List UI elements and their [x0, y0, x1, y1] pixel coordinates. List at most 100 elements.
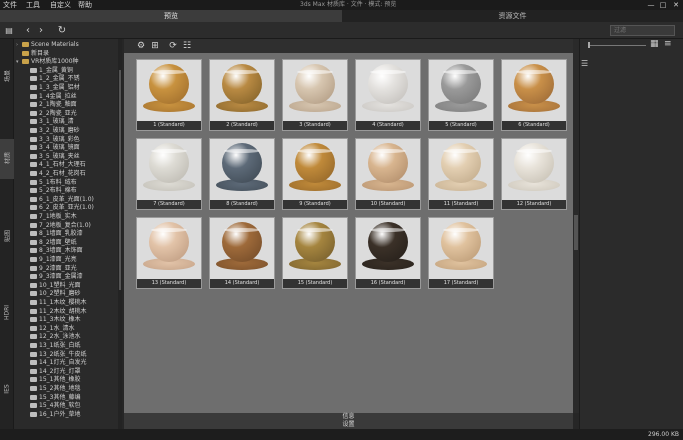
- forward-button[interactable]: ›: [35, 25, 47, 36]
- tree-item[interactable]: 7_1地板_实木: [24, 213, 77, 221]
- material-file-icon: [30, 196, 37, 202]
- tree-item[interactable]: 5_1布料_绒布: [24, 179, 77, 187]
- back-button[interactable]: ‹: [22, 25, 34, 36]
- tree-item[interactable]: 1_金属_黄铜: [24, 67, 73, 75]
- tree-item[interactable]: 6_2_皮革_亚光(1.0): [24, 204, 94, 212]
- tree-item[interactable]: 3_5_玻璃_夹丝: [24, 153, 80, 161]
- tree-item[interactable]: 1_2_金属_不锈: [24, 75, 80, 83]
- tree-item[interactable]: 7_2地板_复合(1.0): [24, 222, 91, 230]
- refresh-button[interactable]: ↻: [56, 25, 68, 36]
- tree-item[interactable]: › Scene Materials: [16, 41, 79, 49]
- tree-item[interactable]: 12_2水_泳池水: [24, 333, 80, 341]
- minimize-icon[interactable]: —: [645, 0, 657, 10]
- tab-ies[interactable]: IES: [0, 369, 14, 409]
- tree-item[interactable]: 1_3_金属_铝材: [24, 84, 80, 92]
- tree-item[interactable]: 12_1水_清水: [24, 325, 74, 333]
- tree-item[interactable]: 14_2灯光_灯罩: [24, 368, 80, 376]
- tree-item[interactable]: 9_1漆面_光亮: [24, 256, 77, 264]
- tree-item[interactable]: 8_3墙面_木饰面: [24, 247, 83, 255]
- tab-materials[interactable]: 材质: [0, 139, 14, 179]
- sort-icon[interactable]: ≡: [664, 39, 672, 49]
- material-thumbnail[interactable]: 6 (Standard): [501, 59, 567, 131]
- panel-toggle-icon[interactable]: ▤: [3, 25, 15, 36]
- tree-item[interactable]: 8_2墙面_壁纸: [24, 239, 77, 247]
- tree-item[interactable]: 2_2陶瓷_亚光: [24, 110, 77, 118]
- material-file-icon: [30, 179, 37, 185]
- tree-item[interactable]: 9_2漆面_亚光: [24, 265, 77, 273]
- file-size: 296.00 KB: [648, 431, 679, 438]
- material-thumbnail[interactable]: 5 (Standard): [428, 59, 494, 131]
- tree-item[interactable]: 3_4_玻璃_镜面: [24, 144, 80, 152]
- tree-item[interactable]: 4_1_石材_大理石: [24, 161, 86, 169]
- tree-item[interactable]: 13_1纸张_白纸: [24, 342, 80, 350]
- tree-item[interactable]: 15_1其他_橡胶: [24, 376, 80, 384]
- material-thumbnail[interactable]: 2 (Standard): [209, 59, 275, 131]
- thumbnail-view-icon[interactable]: ▦: [650, 39, 659, 49]
- tree-item[interactable]: 8_1墙面_乳胶漆: [24, 230, 83, 238]
- material-file-icon: [30, 67, 37, 73]
- material-thumbnail[interactable]: 13 (Standard): [136, 217, 202, 289]
- maximize-icon[interactable]: □: [657, 0, 669, 10]
- material-thumbnail[interactable]: 3 (Standard): [282, 59, 348, 131]
- tab-hdri[interactable]: HDRI: [0, 295, 14, 335]
- search-input[interactable]: [610, 25, 675, 36]
- material-thumbnail[interactable]: 15 (Standard): [282, 217, 348, 289]
- size-slider-handle[interactable]: [588, 42, 590, 48]
- material-thumbnail[interactable]: 1 (Standard): [136, 59, 202, 131]
- tree-item[interactable]: 新目录: [16, 50, 49, 58]
- tree-item-label: 6_1_皮革_光面(1.0): [39, 195, 94, 203]
- material-thumbnail[interactable]: 17 (Standard): [428, 217, 494, 289]
- tree-item[interactable]: 11_1木纹_樱桃木: [24, 299, 86, 307]
- material-file-icon: [30, 76, 37, 82]
- tree-item[interactable]: 10_2塑料_磨砂: [24, 290, 80, 298]
- menu-bar: 文件 工具 自定义 帮助 3ds Max 材质库 · 文件 · 模式: 预览 —…: [0, 0, 683, 10]
- material-thumbnail[interactable]: 8 (Standard): [209, 138, 275, 210]
- tree-item[interactable]: 6_1_皮革_光面(1.0): [24, 196, 94, 204]
- material-thumbnail[interactable]: 9 (Standard): [282, 138, 348, 210]
- material-file-icon: [30, 368, 37, 374]
- tree-item[interactable]: 15_4其他_软包: [24, 402, 80, 410]
- tree-item[interactable]: 3_1_玻璃_清: [24, 118, 74, 126]
- tree-item[interactable]: 5_2布料_棉布: [24, 187, 77, 195]
- tree-item[interactable]: ▾ VR材质库1000种: [16, 58, 79, 66]
- settings-label[interactable]: 设置: [124, 421, 573, 429]
- close-icon[interactable]: ✕: [670, 0, 682, 10]
- tree-item[interactable]: 2_1陶瓷_釉面: [24, 101, 77, 109]
- material-thumbnail[interactable]: 12 (Standard): [501, 138, 567, 210]
- folder-tree[interactable]: › Scene Materials 新目录 ▾ VR材质库1000种 1_金属_黄铜 1_2…: [14, 39, 122, 429]
- tree-item[interactable]: 1_4金属_拉丝: [24, 93, 77, 101]
- menu-file[interactable]: 文件: [3, 0, 17, 10]
- tree-item[interactable]: 15_2其他_地毯: [24, 385, 80, 393]
- tree-scrollbar-thumb[interactable]: [119, 70, 121, 290]
- expand-icon[interactable]: ☰: [581, 59, 588, 68]
- tree-item[interactable]: 11_2木纹_胡桃木: [24, 308, 86, 316]
- tree-item[interactable]: 11_3木纹_橡木: [24, 316, 80, 324]
- menu-customize[interactable]: 自定义: [50, 0, 71, 10]
- grid-scrollbar-thumb[interactable]: [574, 215, 578, 250]
- tree-item[interactable]: 14_1灯光_自发光: [24, 359, 86, 367]
- tree-item[interactable]: 15_3其他_藤编: [24, 394, 80, 402]
- material-thumbnail[interactable]: 4 (Standard): [355, 59, 421, 131]
- material-thumbnail[interactable]: 10 (Standard): [355, 138, 421, 210]
- tree-item[interactable]: 16_1户外_草地: [24, 411, 80, 419]
- material-thumbnail[interactable]: 14 (Standard): [209, 217, 275, 289]
- tree-item[interactable]: 4_2_石材_花岗石: [24, 170, 86, 178]
- tab-resources[interactable]: 资源文件: [342, 10, 683, 22]
- tab-preview[interactable]: 预览: [0, 10, 342, 22]
- material-file-icon: [30, 136, 37, 142]
- menu-help[interactable]: 帮助: [78, 0, 92, 10]
- menu-tools[interactable]: 工具: [26, 0, 40, 10]
- material-thumbnail[interactable]: 16 (Standard): [355, 217, 421, 289]
- tree-item-label: 7_1地板_实木: [39, 213, 77, 220]
- tree-item[interactable]: 10_1塑料_光面: [24, 282, 80, 290]
- size-slider[interactable]: [588, 41, 646, 46]
- material-thumbnail[interactable]: 11 (Standard): [428, 138, 494, 210]
- tree-item[interactable]: 3_3_玻璃_彩色: [24, 136, 80, 144]
- tree-item[interactable]: 9_3漆面_金属漆: [24, 273, 83, 281]
- tree-item[interactable]: 3_2_玻璃_磨砂: [24, 127, 80, 135]
- tab-scene[interactable]: 场景: [0, 57, 14, 97]
- material-thumbnail[interactable]: 7 (Standard): [136, 138, 202, 210]
- material-label: 14 (Standard): [210, 279, 274, 288]
- tree-item[interactable]: 13_2纸张_牛皮纸: [24, 351, 86, 359]
- tab-maps[interactable]: 贴图: [0, 217, 14, 257]
